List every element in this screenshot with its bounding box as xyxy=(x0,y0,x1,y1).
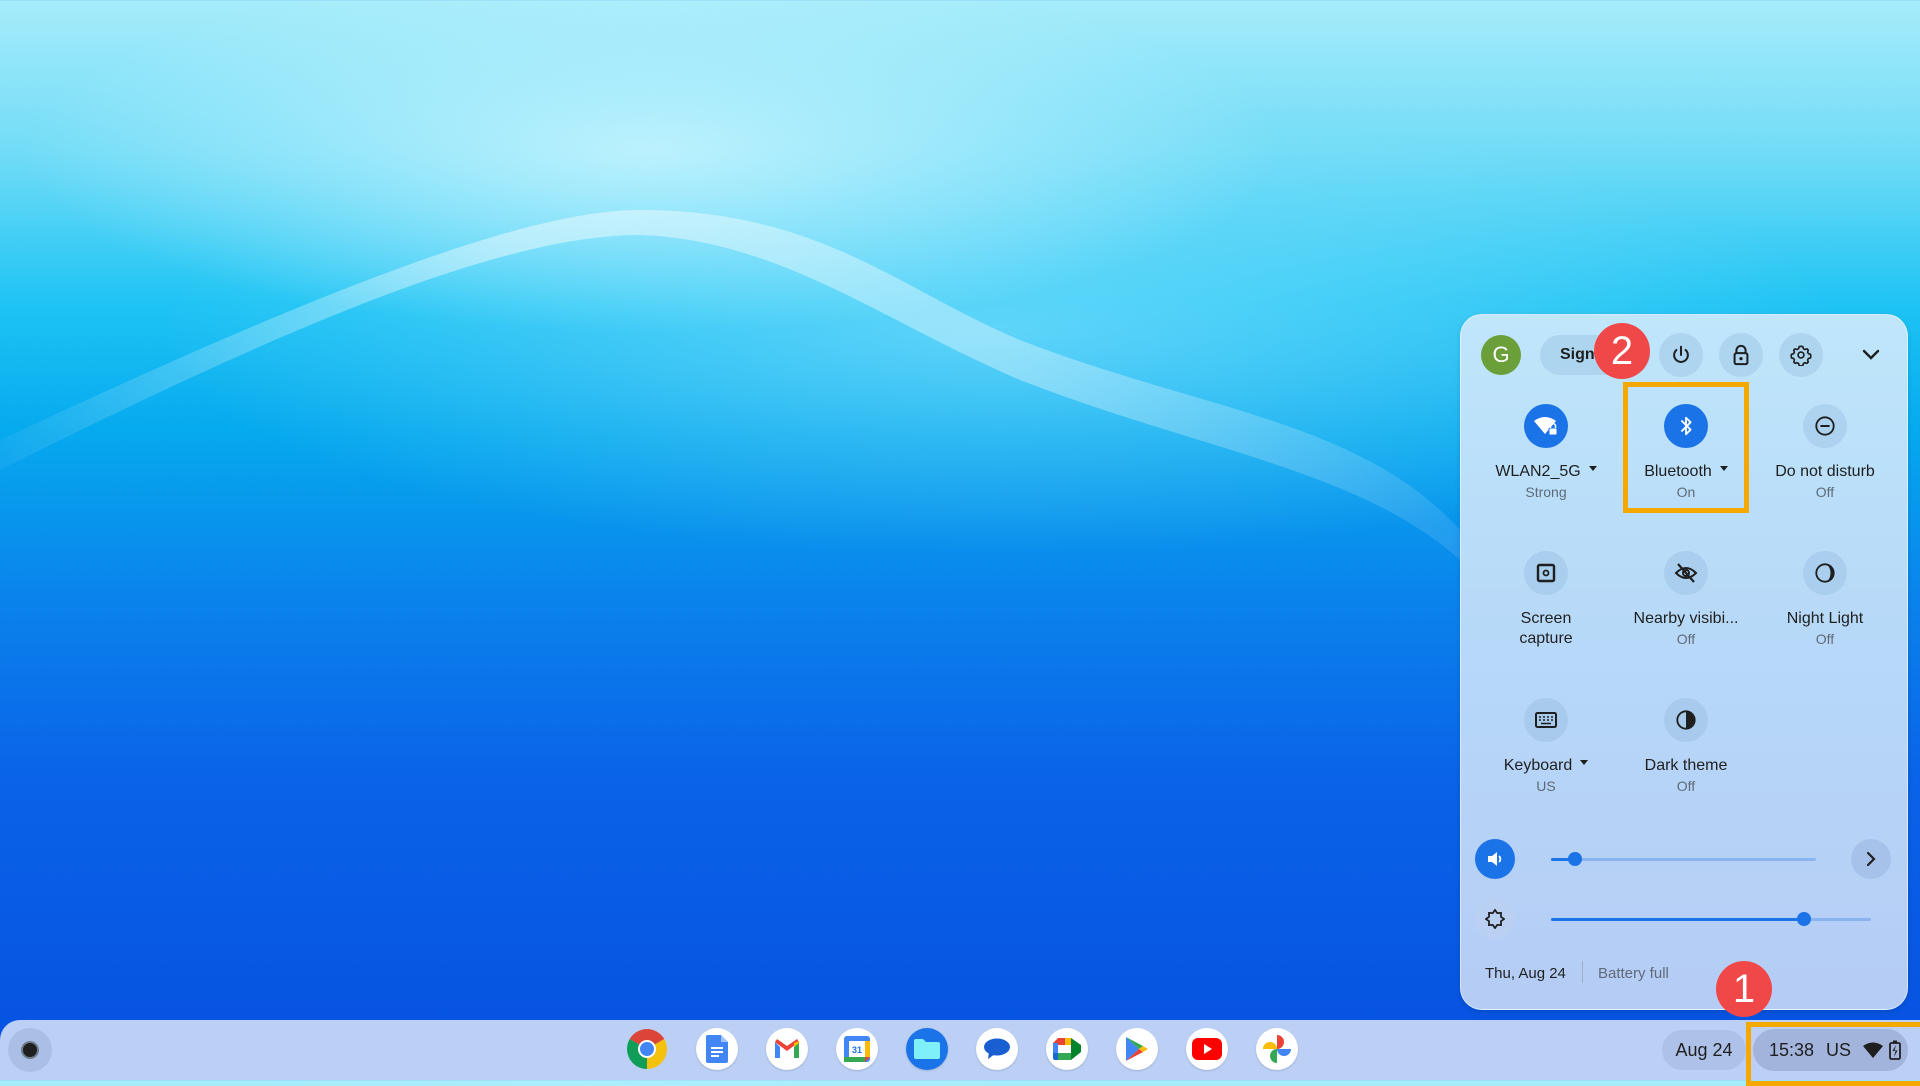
avatar-initial: G xyxy=(1492,342,1510,367)
collapse-chevron-icon xyxy=(1862,349,1880,360)
chevron-right-icon xyxy=(1866,851,1876,867)
screen-capture-label: Screen xyxy=(1520,610,1572,627)
calendar-icon: 31 xyxy=(844,1036,870,1062)
tile-keyboard[interactable]: Keyboard US xyxy=(1476,698,1616,796)
footer-date[interactable]: Thu, Aug 24 xyxy=(1485,965,1566,982)
bluetooth-highlight-box xyxy=(1623,382,1749,513)
tile-do-not-disturb[interactable]: Do not disturb Off xyxy=(1755,404,1895,502)
keyboard-menu-caret-icon[interactable] xyxy=(1580,760,1589,766)
app-calendar[interactable]: 31 xyxy=(836,1028,878,1070)
shelf: 31 Aug 24 15:38 US xyxy=(0,1020,1920,1080)
volume-slider[interactable] xyxy=(1551,852,1816,866)
audio-settings-button[interactable] xyxy=(1851,839,1891,879)
mute-button[interactable] xyxy=(1475,839,1515,879)
app-photos[interactable] xyxy=(1256,1028,1298,1070)
app-docs[interactable] xyxy=(696,1028,738,1070)
power-button[interactable] xyxy=(1659,333,1703,377)
brightness-button xyxy=(1475,899,1515,939)
app-gmail[interactable] xyxy=(766,1028,808,1070)
keyboard-toggle[interactable] xyxy=(1524,698,1568,742)
brightness-slider-fill xyxy=(1551,918,1804,921)
dnd-toggle[interactable] xyxy=(1803,404,1847,448)
volume-slider-thumb[interactable] xyxy=(1567,852,1582,866)
collapse-button[interactable] xyxy=(1849,333,1893,377)
volume-icon xyxy=(1488,852,1502,866)
screen-capture-icon xyxy=(1536,563,1556,583)
wifi-menu-caret-icon[interactable] xyxy=(1588,466,1597,472)
nearby-visibility-label: Nearby visibi... xyxy=(1633,610,1739,627)
photos-icon xyxy=(1263,1035,1291,1063)
wifi-label: WLAN2_5G xyxy=(1495,463,1581,480)
calendar-day: 31 xyxy=(852,1045,862,1055)
brightness-slider[interactable] xyxy=(1551,912,1871,926)
messages-icon xyxy=(984,1038,1010,1059)
meet-icon xyxy=(1053,1038,1081,1060)
settings-button[interactable] xyxy=(1779,333,1823,377)
footer-divider xyxy=(1582,961,1583,983)
power-icon xyxy=(1673,345,1689,363)
app-youtube[interactable] xyxy=(1186,1028,1228,1070)
date-pill-label: Aug 24 xyxy=(1675,1039,1733,1060)
docs-icon xyxy=(706,1035,728,1063)
screen-capture-label-line2: capture xyxy=(1519,630,1573,647)
chrome-icon xyxy=(627,1029,667,1069)
tile-wifi[interactable]: WLAN2_5G Strong xyxy=(1476,404,1616,502)
brightness-slider-thumb[interactable] xyxy=(1796,912,1811,926)
wifi-lock-icon xyxy=(1534,417,1558,436)
night-light-icon xyxy=(1815,563,1835,583)
calendar-date-button[interactable]: Aug 24 xyxy=(1662,1030,1746,1070)
launcher-icon xyxy=(21,1041,39,1059)
app-messages[interactable] xyxy=(976,1028,1018,1070)
battery-status: Battery full xyxy=(1598,965,1669,982)
keyboard-label: Keyboard xyxy=(1503,757,1573,774)
settings-icon xyxy=(1790,345,1812,366)
app-chrome[interactable] xyxy=(626,1028,668,1070)
step-badge-2-label: 2 xyxy=(1610,329,1634,373)
step-badge-2: 2 xyxy=(1594,323,1650,379)
dark-theme-toggle[interactable] xyxy=(1664,698,1708,742)
do-not-disturb-icon xyxy=(1815,416,1835,436)
tile-nearby-visibility[interactable]: Nearby visibi... Off xyxy=(1616,551,1756,649)
night-light-toggle[interactable] xyxy=(1803,551,1847,595)
status-area-highlight-box xyxy=(1746,1022,1920,1086)
visibility-off-icon xyxy=(1674,563,1698,583)
night-light-status: Off xyxy=(1815,631,1835,647)
wifi-status: Strong xyxy=(1525,484,1567,500)
tile-night-light[interactable]: Night Light Off xyxy=(1755,551,1895,649)
lock-button[interactable] xyxy=(1719,333,1763,377)
sign-out-label: Sign xyxy=(1560,346,1595,363)
screen-capture-toggle[interactable] xyxy=(1524,551,1568,595)
step-badge-1-label: 1 xyxy=(1732,967,1756,1011)
dnd-label: Do not disturb xyxy=(1775,463,1875,480)
dnd-status: Off xyxy=(1815,484,1835,500)
step-badge-1: 1 xyxy=(1716,961,1772,1017)
brightness-icon xyxy=(1484,908,1506,930)
youtube-icon xyxy=(1192,1038,1222,1060)
launcher-button[interactable] xyxy=(8,1028,52,1072)
keyboard-icon xyxy=(1535,712,1557,728)
tile-dark-theme[interactable]: Dark theme Off xyxy=(1616,698,1756,796)
app-play-store[interactable] xyxy=(1116,1028,1158,1070)
user-avatar[interactable]: G xyxy=(1481,335,1521,375)
gmail-icon xyxy=(775,1039,799,1058)
app-meet[interactable] xyxy=(1046,1028,1088,1070)
wifi-toggle[interactable] xyxy=(1524,404,1568,448)
play-store-icon xyxy=(1126,1037,1148,1061)
night-light-label: Night Light xyxy=(1786,610,1864,627)
files-icon xyxy=(914,1039,940,1059)
nearby-visibility-status: Off xyxy=(1676,631,1696,647)
keyboard-status: US xyxy=(1536,778,1556,794)
nearby-visibility-toggle[interactable] xyxy=(1664,551,1708,595)
dark-theme-status: Off xyxy=(1676,778,1696,794)
app-files[interactable] xyxy=(906,1028,948,1070)
dark-theme-label: Dark theme xyxy=(1644,757,1728,774)
tile-screen-capture[interactable]: Screen capture xyxy=(1476,551,1616,649)
dark-theme-icon xyxy=(1676,710,1696,730)
lock-icon xyxy=(1733,344,1749,366)
